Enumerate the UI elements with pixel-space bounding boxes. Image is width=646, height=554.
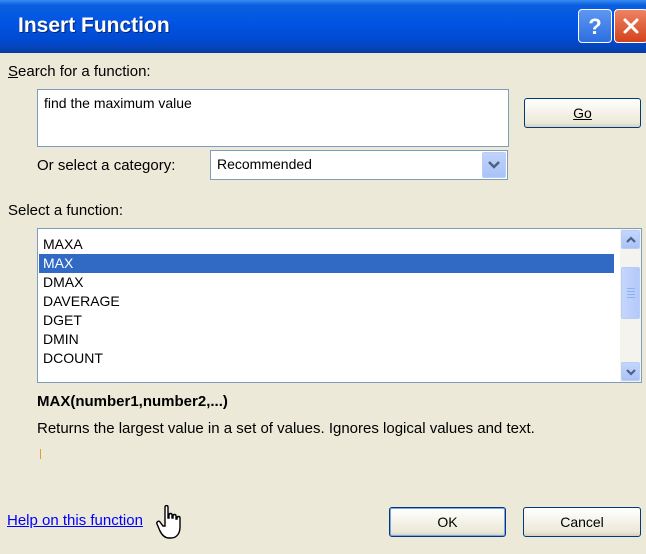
category-label: Or select a category:	[37, 157, 176, 174]
hand-cursor-icon	[156, 505, 181, 539]
window-title: Insert Function	[18, 14, 170, 37]
help-button[interactable]: ?	[578, 9, 612, 43]
close-button[interactable]	[614, 9, 646, 43]
search-label-accel: S	[8, 63, 19, 80]
dropdown-arrow-icon	[488, 161, 500, 169]
cancel-button-label: Cancel	[560, 514, 604, 530]
svg-text:?: ?	[588, 14, 601, 38]
function-list-item[interactable]: DMAX	[39, 273, 614, 292]
title-bar: Insert Function ?	[0, 0, 646, 53]
function-list-item[interactable]: DMIN	[39, 330, 614, 349]
scroll-thumb[interactable]	[621, 267, 640, 319]
search-input[interactable]: find the maximum value	[37, 89, 509, 147]
function-list-scrollbar[interactable]	[620, 229, 641, 382]
function-list-item[interactable]: DAVERAGE	[39, 292, 614, 311]
scroll-up-button[interactable]	[621, 230, 640, 249]
function-list-item[interactable]: DGET	[39, 311, 614, 330]
function-description: Returns the largest value in a set of va…	[37, 420, 535, 437]
help-icon: ?	[588, 14, 601, 38]
go-button[interactable]: Go	[524, 98, 641, 128]
cancel-button[interactable]: Cancel	[523, 507, 641, 537]
category-dropdown-button[interactable]	[482, 152, 506, 178]
function-list-item[interactable]: DCOUNT	[39, 349, 614, 368]
close-icon	[623, 18, 639, 34]
scroll-up-icon	[625, 235, 636, 243]
ok-button[interactable]: OK	[389, 507, 506, 537]
ok-button-label: OK	[437, 514, 458, 530]
function-list[interactable]: MAXA MAX DMAX DAVERAGE DGET DMIN DCOUNT	[37, 228, 642, 383]
search-label-text: earch for a function:	[18, 63, 151, 80]
scroll-down-button[interactable]	[621, 362, 640, 381]
category-value: Recommended	[217, 156, 312, 172]
function-list-label: Select a function:	[8, 202, 124, 219]
text-caret	[40, 449, 41, 459]
function-signature: MAX(number1,number2,...)	[37, 393, 228, 410]
help-on-function-link[interactable]: Help on this function	[7, 512, 143, 529]
function-list-item[interactable]: MAXA	[39, 235, 614, 254]
go-button-label: Go	[573, 105, 592, 121]
function-list-items: MAXA MAX DMAX DAVERAGE DGET DMIN DCOUNT	[39, 235, 614, 368]
category-select[interactable]: Recommended	[210, 150, 508, 180]
function-list-item[interactable]: MAX	[39, 254, 614, 273]
search-label: Search for a function:	[8, 63, 151, 80]
scroll-down-icon	[625, 368, 636, 376]
